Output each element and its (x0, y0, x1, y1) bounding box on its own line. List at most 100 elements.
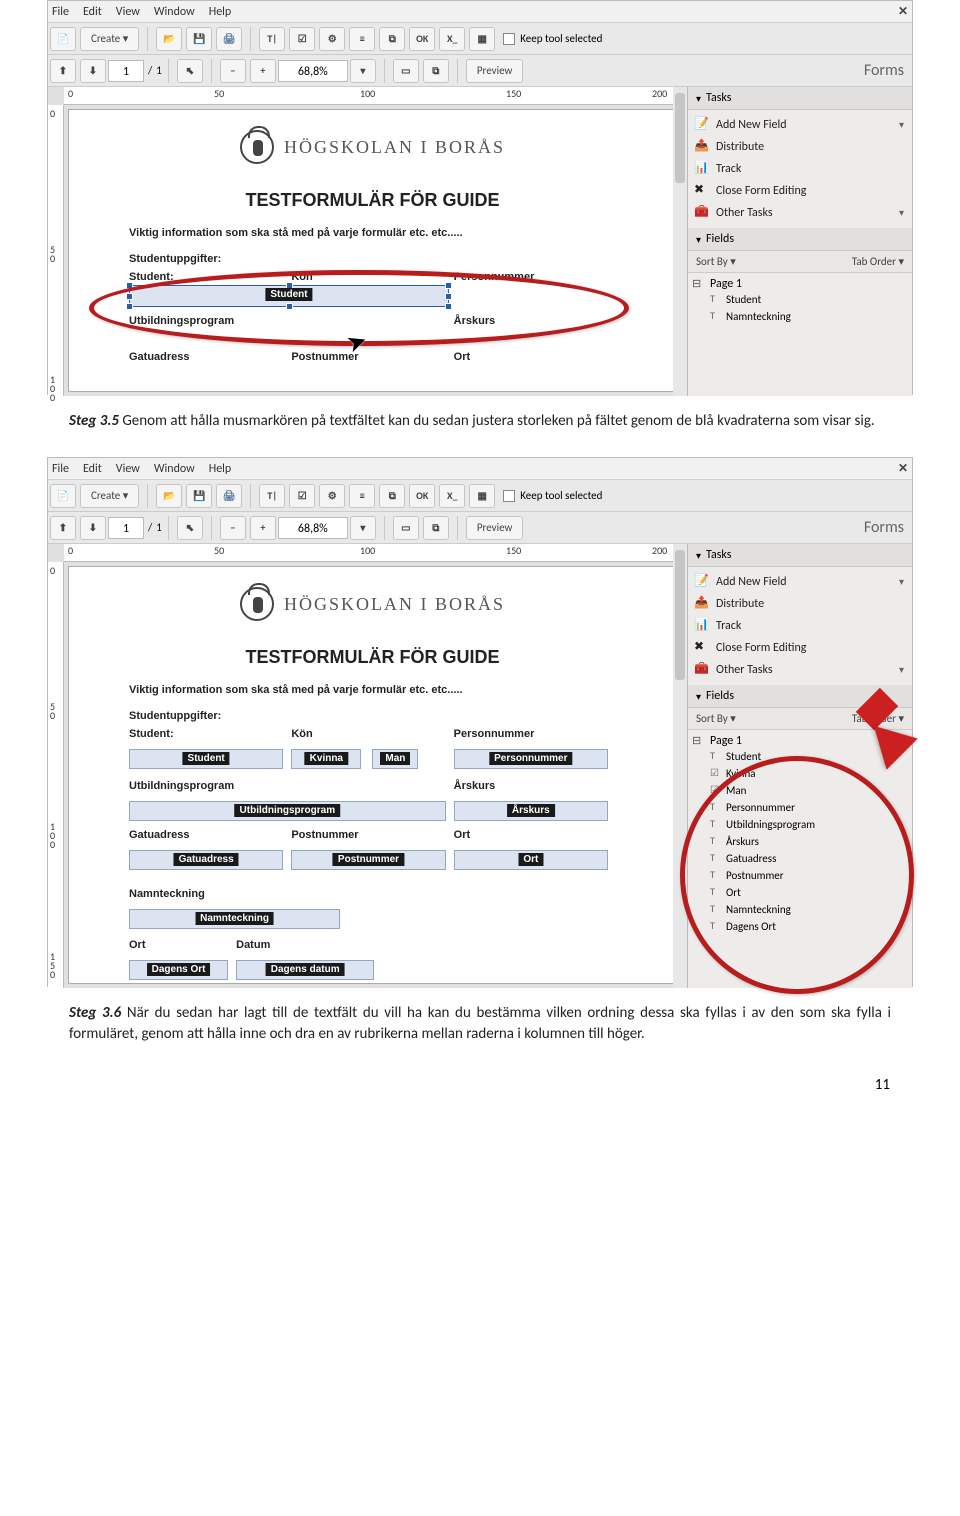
field-kvinna[interactable]: Kvinna (291, 749, 361, 769)
create-icon[interactable]: 📄 (50, 27, 76, 51)
task-distribute[interactable]: 📤Distribute (688, 136, 912, 158)
tree-field[interactable]: TGatuadress (692, 850, 908, 867)
field-dagens-ort[interactable]: Dagens Ort (129, 960, 228, 980)
fit2-icon[interactable]: ⧉ (423, 59, 449, 83)
field-personnummer[interactable]: Personnummer (454, 749, 608, 769)
pointer-icon[interactable]: ⬉ (177, 59, 203, 83)
zoom-out-icon[interactable]: − (220, 516, 246, 540)
menu-edit[interactable]: Edit (83, 5, 102, 19)
menu-file[interactable]: File (52, 5, 69, 19)
tool-list-icon[interactable]: ≡ (349, 484, 375, 508)
menu-window[interactable]: Window (154, 462, 195, 476)
task-other[interactable]: 🧰Other Tasks▾ (688, 202, 912, 224)
task-add-new-field[interactable]: 📝Add New Field▾ (688, 114, 912, 136)
tasks-header[interactable]: ▾Tasks (688, 87, 912, 110)
field-namnteckning[interactable]: Namnteckning (129, 909, 340, 929)
tool-button-icon[interactable]: OK (409, 27, 435, 51)
field-ort[interactable]: Ort (454, 850, 608, 870)
print-icon[interactable]: 🖨 (216, 27, 242, 51)
document-canvas[interactable]: HÖGSKOLAN I BORÅS TESTFORMULÄR FÖR GUIDE… (68, 566, 677, 984)
tree-page[interactable]: Page 1 (692, 277, 908, 291)
pointer-icon[interactable]: ⬉ (177, 516, 203, 540)
tree-field[interactable]: TDagens Ort (692, 918, 908, 935)
page-up-icon[interactable]: ⬆ (50, 516, 76, 540)
fit1-icon[interactable]: ▭ (393, 516, 419, 540)
tree-field[interactable]: TNamnteckning (692, 308, 908, 325)
tool-check-icon[interactable]: ☑ (289, 484, 315, 508)
tool-list-icon[interactable]: ≡ (349, 27, 375, 51)
zoom-dd-icon[interactable]: ▾ (350, 59, 376, 83)
tool-text-icon[interactable]: T| (259, 484, 285, 508)
close-icon[interactable]: ✕ (898, 461, 908, 476)
menu-window[interactable]: Window (154, 5, 195, 19)
field-utbildning[interactable]: Utbildningsprogram (129, 801, 446, 821)
tool-check-icon[interactable]: ☑ (289, 27, 315, 51)
tool-sig-icon[interactable]: X_ (439, 27, 465, 51)
tree-field[interactable]: ☑Man (692, 782, 908, 799)
fields-header[interactable]: ▾Fields (688, 228, 912, 251)
create-button[interactable]: Create ▾ (80, 484, 139, 508)
menu-edit[interactable]: Edit (83, 462, 102, 476)
tree-field[interactable]: TPostnummer (692, 867, 908, 884)
zoom-input[interactable]: 68,8% (278, 60, 348, 82)
sort-by[interactable]: Sort By ▾ (696, 255, 736, 268)
menu-view[interactable]: View (116, 5, 140, 19)
save-icon[interactable]: 💾 (186, 484, 212, 508)
tool-barcode-icon[interactable]: ▦ (469, 484, 495, 508)
tool-sig-icon[interactable]: X_ (439, 484, 465, 508)
tool-button-icon[interactable]: OK (409, 484, 435, 508)
page-input[interactable]: 1 (108, 517, 144, 539)
print-icon[interactable]: 🖨 (216, 484, 242, 508)
keep-tool-checkbox[interactable]: Keep tool selected (503, 489, 602, 502)
field-dagens-datum[interactable]: Dagens datum (236, 960, 374, 980)
task-track[interactable]: 📊Track (688, 615, 912, 637)
tree-field[interactable]: TÅrskurs (692, 833, 908, 850)
tool-radio-icon[interactable]: ⚙ (319, 484, 345, 508)
field-man[interactable]: Man (372, 749, 418, 769)
tasks-header[interactable]: ▾Tasks (688, 544, 912, 567)
save-icon[interactable]: 💾 (186, 27, 212, 51)
fit2-icon[interactable]: ⧉ (423, 516, 449, 540)
zoom-in-icon[interactable]: + (250, 516, 276, 540)
zoom-dd-icon[interactable]: ▾ (350, 516, 376, 540)
field-postnummer[interactable]: Postnummer (291, 850, 445, 870)
zoom-in-icon[interactable]: + (250, 59, 276, 83)
field-arskurs[interactable]: Årskurs (454, 801, 608, 821)
page-down-icon[interactable]: ⬇ (80, 516, 106, 540)
tree-field[interactable]: TStudent (692, 291, 908, 308)
zoom-input[interactable]: 68,8% (278, 517, 348, 539)
tool-barcode-icon[interactable]: ▦ (469, 27, 495, 51)
open-icon[interactable]: 📂 (156, 484, 182, 508)
task-track[interactable]: 📊Track (688, 158, 912, 180)
tree-field[interactable]: TPersonnummer (692, 799, 908, 816)
menu-file[interactable]: File (52, 462, 69, 476)
tree-field[interactable]: TUtbildningsprogram (692, 816, 908, 833)
open-icon[interactable]: 📂 (156, 27, 182, 51)
task-add-new-field[interactable]: 📝Add New Field▾ (688, 571, 912, 593)
create-button[interactable]: Create ▾ (80, 27, 139, 51)
selected-field-student[interactable]: Student (129, 285, 449, 307)
task-distribute[interactable]: 📤Distribute (688, 593, 912, 615)
tool-radio-icon[interactable]: ⚙ (319, 27, 345, 51)
fit1-icon[interactable]: ▭ (393, 59, 419, 83)
tree-field[interactable]: TOrt (692, 884, 908, 901)
create-icon[interactable]: 📄 (50, 484, 76, 508)
document-canvas[interactable]: HÖGSKOLAN I BORÅS TESTFORMULÄR FÖR GUIDE… (68, 109, 677, 392)
tab-order[interactable]: Tab Order ▾ (852, 255, 904, 268)
scrollbar[interactable] (673, 87, 687, 396)
field-gatuadress[interactable]: Gatuadress (129, 850, 283, 870)
menu-help[interactable]: Help (209, 462, 232, 476)
scrollbar[interactable] (673, 544, 687, 988)
task-close-editing[interactable]: ✖Close Form Editing (688, 180, 912, 202)
sort-by[interactable]: Sort By ▾ (696, 712, 736, 725)
preview-button[interactable]: Preview (466, 59, 524, 83)
task-close-editing[interactable]: ✖Close Form Editing (688, 637, 912, 659)
tree-field[interactable]: TNamnteckning (692, 901, 908, 918)
menu-help[interactable]: Help (209, 5, 232, 19)
tool-combo-icon[interactable]: ⧉ (379, 27, 405, 51)
preview-button[interactable]: Preview (466, 516, 524, 540)
field-student[interactable]: Student (129, 749, 283, 769)
zoom-out-icon[interactable]: − (220, 59, 246, 83)
page-down-icon[interactable]: ⬇ (80, 59, 106, 83)
page-input[interactable]: 1 (108, 60, 144, 82)
